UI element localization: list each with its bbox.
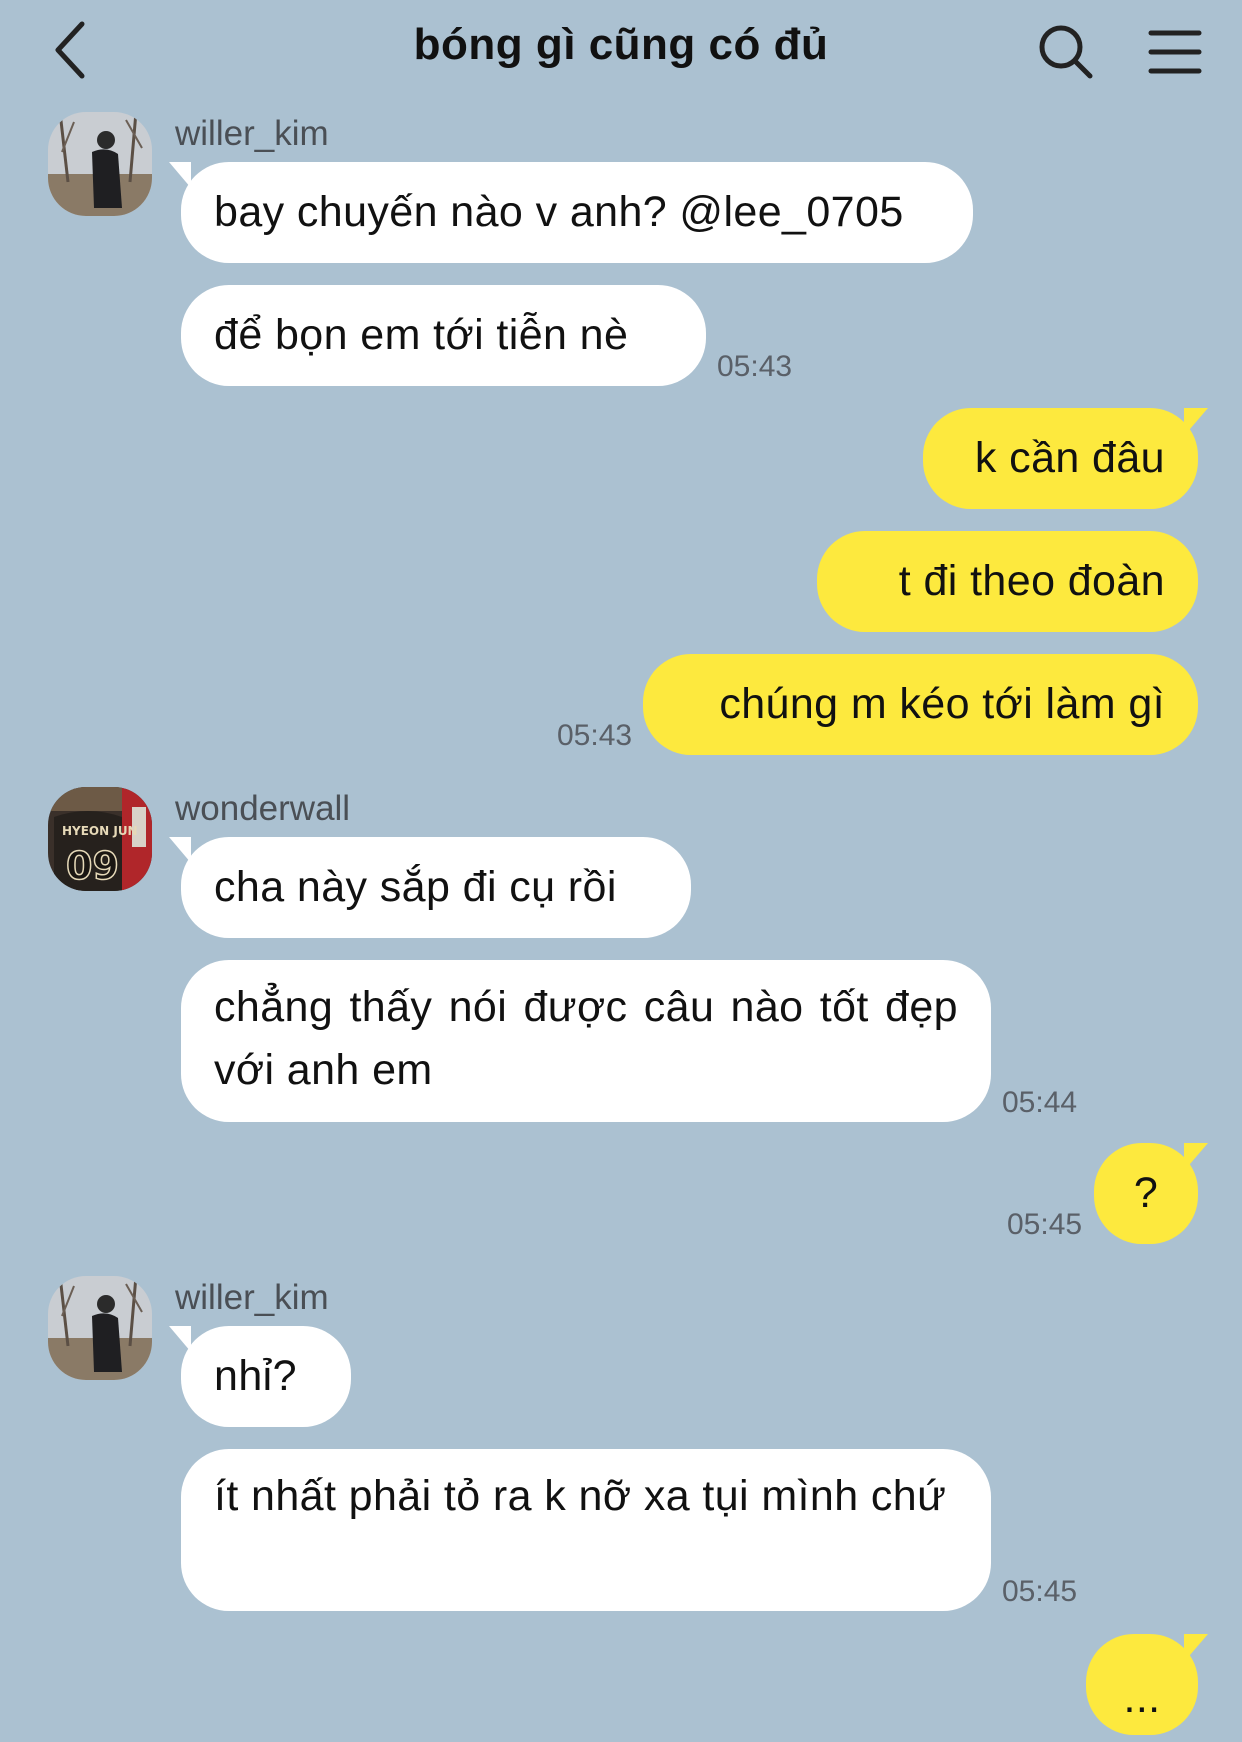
chat-header: bóng gì cũng có đủ — [0, 0, 1242, 100]
bubble-tail — [169, 162, 191, 188]
message-time: 05:44 — [1002, 1086, 1078, 1119]
message-bubble-outgoing[interactable]: t đi theo đoàn — [817, 531, 1198, 632]
message-text: ... — [1123, 1674, 1161, 1722]
bubble-tail — [1184, 1143, 1208, 1171]
search-icon — [1039, 25, 1093, 79]
message-text: bay chuyến nào v anh? @lee_0705 — [214, 188, 904, 236]
bubble-tail — [1184, 1634, 1208, 1662]
person-photo-avatar — [48, 112, 152, 216]
avatar-willer-kim[interactable] — [48, 1276, 152, 1380]
message-bubble-outgoing[interactable]: ... — [1086, 1634, 1208, 1735]
menu-button[interactable] — [1145, 20, 1205, 84]
message-bubble-outgoing[interactable]: k cần đâu — [923, 408, 1208, 509]
message-text: ít nhất phải tỏ ra k nỡ xa tụi mình chứ — [214, 1472, 947, 1520]
message-bubble-incoming[interactable]: nhỉ? — [169, 1326, 351, 1427]
message-text: cha này sắp đi cụ rồi — [214, 863, 617, 911]
message-text: để bọn em tới tiễn nè — [214, 311, 629, 359]
message-time: 05:43 — [717, 350, 793, 383]
avatar-willer-kim[interactable] — [48, 112, 152, 216]
message-text: chúng m kéo tới làm gì — [719, 680, 1165, 728]
message-bubble-incoming[interactable]: cha này sắp đi cụ rồi — [169, 837, 691, 938]
sender-name: willer_kim — [175, 1278, 329, 1317]
message-time: 05:45 — [1002, 1575, 1078, 1608]
bubble-tail — [169, 837, 191, 863]
message-text: t đi theo đoàn — [898, 557, 1165, 605]
message-bubble-incoming[interactable]: chẳng thấy nói được câu nào tốt đẹp với … — [181, 960, 991, 1122]
message-bubble-outgoing[interactable]: ? — [1094, 1143, 1208, 1244]
jersey-09-photo-avatar: HYEON JUN 09 — [48, 787, 152, 891]
message-time: 05:45 — [1007, 1208, 1083, 1241]
svg-text:09: 09 — [66, 844, 119, 888]
message-bubble-incoming[interactable]: để bọn em tới tiễn nè — [181, 285, 706, 386]
bubble-tail — [1184, 408, 1208, 436]
search-button[interactable] — [1034, 20, 1098, 84]
avatar-wonderwall[interactable]: HYEON JUN 09 — [48, 787, 152, 891]
person-photo-avatar — [48, 1276, 152, 1380]
message-bubble-incoming[interactable]: bay chuyến nào v anh? @lee_0705 — [169, 162, 973, 263]
message-text: nhỉ? — [214, 1352, 297, 1400]
message-time: 05:43 — [557, 719, 633, 752]
svg-text:HYEON JUN: HYEON JUN — [62, 824, 138, 838]
message-bubble-outgoing[interactable]: chúng m kéo tới làm gì — [643, 654, 1198, 755]
bubble-tail — [169, 1326, 191, 1352]
sender-name: wonderwall — [175, 789, 351, 828]
message-text: ? — [1133, 1169, 1159, 1217]
hamburger-menu-icon — [1148, 30, 1202, 74]
message-text: k cần đâu — [974, 434, 1165, 482]
sender-name: willer_kim — [175, 114, 329, 153]
message-bubble-incoming[interactable]: ít nhất phải tỏ ra k nỡ xa tụi mình chứ — [181, 1449, 991, 1611]
message-text: chẳng thấy nói được câu nào tốt đẹp với … — [214, 983, 958, 1094]
